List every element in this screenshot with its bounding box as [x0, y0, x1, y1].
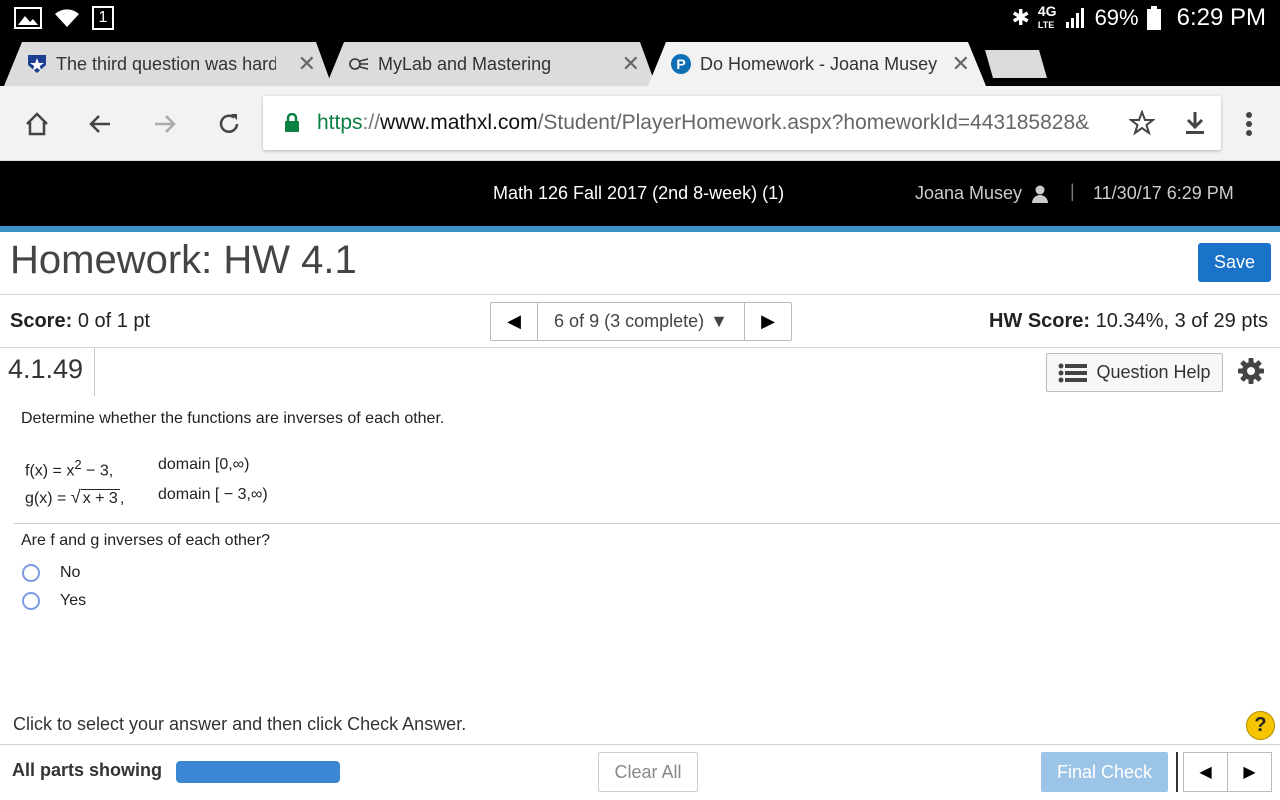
user-name-label: Joana Musey: [915, 183, 1023, 203]
back-button[interactable]: [83, 107, 117, 141]
course-datetime: 11/30/17 6:29 PM: [1093, 183, 1234, 203]
tab-title: Do Homework - Joana Musey: [700, 53, 938, 74]
divider: [0, 744, 1280, 745]
divider: [1176, 752, 1178, 792]
mylab-icon: [349, 58, 369, 70]
pearson-icon: P: [671, 54, 691, 74]
divider: [14, 523, 1280, 524]
address-bar[interactable]: https://www.mathxl.com/Student/PlayerHom…: [263, 96, 1221, 150]
home-icon: [26, 112, 48, 136]
user-name[interactable]: Joana Musey: [915, 183, 1049, 204]
tab-close-icon[interactable]: ✕: [948, 51, 974, 77]
next-question-button[interactable]: ▶: [745, 303, 791, 340]
question-help-button[interactable]: Question Help: [1046, 353, 1223, 392]
divider: [94, 348, 95, 396]
gallery-icon: [14, 7, 42, 29]
course-bar-separator: |: [1070, 181, 1075, 201]
function-g: g(x) = √ x + 3,: [25, 487, 125, 507]
menu-button[interactable]: [1232, 107, 1266, 141]
user-icon: [1032, 185, 1049, 203]
tab-close-icon[interactable]: ✕: [618, 51, 644, 77]
progress-fill: [176, 761, 340, 783]
question-select[interactable]: 6 of 9 (3 complete) ▼: [537, 303, 745, 340]
tab-mylab[interactable]: MyLab and Mastering ✕: [326, 42, 656, 86]
option-yes[interactable]: Yes: [22, 592, 86, 610]
battery-icon: [1146, 6, 1161, 30]
back-arrow-icon: [89, 115, 110, 133]
bluetooth-icon: ✱: [1011, 5, 1030, 30]
divider: [0, 347, 1280, 348]
footer-nav: ◀ ▶: [1183, 752, 1272, 792]
battery-percent: 69%: [1094, 5, 1139, 30]
notification-count-icon: 1: [92, 6, 114, 30]
chevron-down-icon: ▼: [710, 311, 728, 331]
next-button[interactable]: ▶: [1227, 753, 1271, 791]
tab-title: The third question was hard to: [56, 53, 276, 74]
kebab-menu-icon: [1246, 112, 1252, 136]
gear-icon[interactable]: [1237, 357, 1265, 385]
tab-strip: The third question was hard to ✕ MyLab a…: [0, 36, 1280, 86]
all-parts-label: All parts showing: [12, 760, 163, 780]
prev-question-button[interactable]: ◀: [491, 303, 537, 340]
instruction-hint: Click to select your answer and then cli…: [13, 714, 467, 734]
option-label: Yes: [60, 592, 87, 609]
signal-icon: [1065, 8, 1084, 28]
list-icon: [1058, 363, 1088, 382]
url-scheme-separator: ://: [362, 111, 381, 134]
tab-title: MyLab and Mastering: [378, 53, 552, 74]
star-shield-icon: [28, 55, 46, 73]
help-icon[interactable]: ?: [1246, 711, 1275, 740]
course-title[interactable]: Math 126 Fall 2017 (2nd 8-week) (1): [493, 183, 784, 204]
home-button[interactable]: [20, 107, 54, 141]
option-no[interactable]: No: [22, 564, 80, 582]
question-navigator: ◀ 6 of 9 (3 complete) ▼ ▶: [490, 302, 792, 341]
hw-score: HW Score: 10.34%, 3 of 29 pts: [988, 310, 1268, 332]
radio-button[interactable]: [22, 592, 40, 610]
radio-button[interactable]: [22, 564, 40, 582]
prev-button[interactable]: ◀: [1184, 753, 1227, 791]
tab-do-homework[interactable]: P Do Homework - Joana Musey ✕: [648, 42, 986, 86]
clear-all-button[interactable]: Clear All: [598, 752, 698, 792]
network-type: 4G LTE: [1037, 3, 1057, 30]
download-icon[interactable]: [1183, 110, 1207, 136]
status-bar: 1 ✱ 4G LTE 69% 6:29 PM: [0, 0, 1280, 36]
forward-arrow-icon: [155, 115, 176, 133]
divider: [0, 294, 1280, 295]
question-text: Are f and g inverses of each other?: [21, 532, 271, 549]
save-button[interactable]: Save: [1198, 243, 1271, 282]
clock: 6:29 PM: [1176, 4, 1266, 31]
page-title: Homework: HW 4.1: [10, 238, 357, 282]
wifi-icon: [55, 9, 79, 27]
parts-progress-bar: [176, 761, 340, 783]
star-icon[interactable]: [1129, 110, 1155, 136]
url-path: /Student/PlayerHomework.aspx?homeworkId=…: [537, 111, 1090, 134]
reload-icon: [219, 114, 239, 133]
question-number: 4.1.49: [8, 354, 84, 384]
forward-button[interactable]: [148, 107, 182, 141]
option-label: No: [60, 564, 81, 581]
reload-button[interactable]: [212, 107, 246, 141]
svg-text:P: P: [676, 56, 685, 72]
function-f: f(x) = x2 − 3,: [25, 457, 114, 480]
tab-third-question[interactable]: The third question was hard to ✕: [4, 42, 332, 86]
function-g-domain: domain [ − 3,∞): [158, 486, 268, 503]
question-prompt: Determine whether the functions are inve…: [21, 410, 445, 427]
final-check-button[interactable]: Final Check: [1041, 752, 1168, 792]
course-bar: Math 126 Fall 2017 (2nd 8-week) (1) Joan…: [0, 161, 1280, 226]
header-accent-rule: [0, 226, 1280, 232]
function-f-domain: domain [0,∞): [158, 456, 250, 473]
question-score: Score: 0 of 1 pt: [10, 310, 151, 332]
tab-close-icon[interactable]: ✕: [294, 51, 320, 77]
lock-icon: [285, 113, 299, 132]
new-tab-button[interactable]: [985, 46, 1047, 82]
browser-toolbar: https://www.mathxl.com/Student/PlayerHom…: [0, 86, 1280, 161]
url-host: www.mathxl.com: [380, 111, 538, 134]
url-scheme: https: [317, 111, 363, 134]
